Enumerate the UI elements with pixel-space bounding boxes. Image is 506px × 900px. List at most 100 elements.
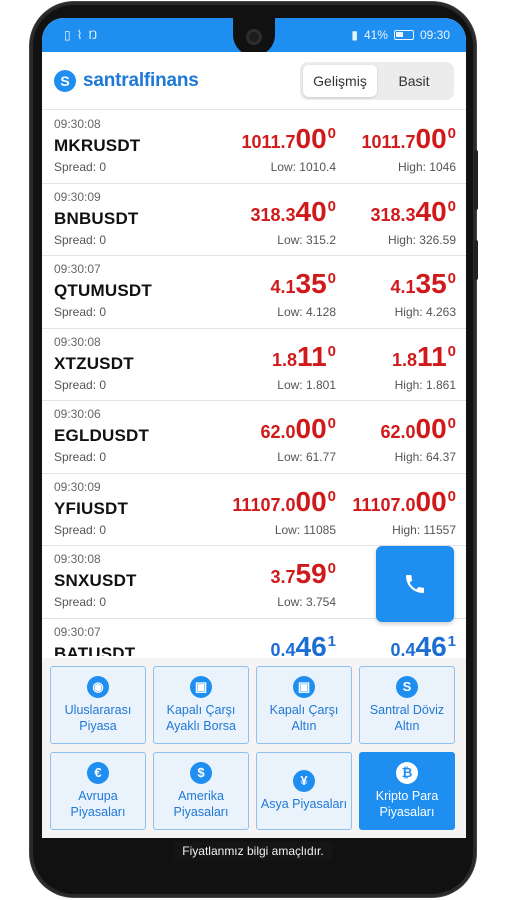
quote-row[interactable]: 09:30:09 BNBUSDT Spread: 0 318.3400 Low: 315… [42, 184, 466, 256]
ask-price-main: 1.8 [392, 349, 418, 370]
bid-price-column: 4.1350 Low: 4.128 [270, 270, 336, 320]
vibrate-icon: ▮ [351, 28, 358, 42]
santral-logo-icon: S [54, 69, 76, 92]
ask-price-main: 4.1 [390, 277, 416, 297]
market-tile[interactable]: € Avrupa Piyasaları [50, 752, 146, 830]
globe-icon: ◉ [87, 675, 109, 698]
market-tile[interactable]: ◉ Uluslararası Piyasa [50, 666, 146, 744]
ask-price: 4.1350 [390, 270, 456, 298]
market-tile[interactable]: S Santral Döviz Altın [359, 666, 455, 744]
market-tile[interactable]: ▣ Kapalı Çarşı Altın [256, 666, 352, 744]
bid-price-sup: 0 [327, 197, 336, 215]
ask-price: 1011.7000 [361, 125, 456, 153]
bid-price-main: 62.0 [260, 422, 296, 442]
mode-advanced-button[interactable]: Gelişmiş [303, 64, 377, 97]
market-menu: ◉ Uluslararası Piyasa ▣ Kapalı Çarşı Ayaklı… [42, 658, 466, 838]
quote-row[interactable]: 09:30:09 YFIUSDT Spread: 0 11107.0000 Low: 1… [42, 474, 466, 546]
bid-price-sup: 0 [327, 270, 336, 287]
wifi-off-icon: ⌇ [76, 28, 83, 42]
quote-high: High: 4.263 [394, 305, 456, 319]
call-button[interactable] [376, 546, 454, 622]
bid-price: 62.0000 [260, 415, 336, 443]
app-header: S santralfinans Gelişmiş Basit [42, 52, 466, 110]
ask-price-sup: 1 [447, 632, 456, 650]
ask-price-sup: 0 [447, 415, 456, 432]
bid-price: 3.7590 [270, 560, 336, 588]
bid-price-big: 40 [295, 195, 327, 227]
bid-price-big: 00 [295, 413, 327, 444]
euro-icon: € [87, 761, 109, 784]
ask-price-column: 1011.7000 High: 1046 [361, 125, 456, 175]
bid-price: 4.1350 [270, 270, 336, 298]
bid-price-big: 00 [295, 485, 327, 517]
ask-price-main: 1011.7 [361, 132, 416, 152]
bid-price-column: 62.0000 Low: 61.77 [260, 415, 336, 465]
bid-price-column: 11107.0000 Low: 11085 [232, 485, 336, 537]
quote-low: Low: 61.77 [277, 450, 336, 464]
quote-row[interactable]: 09:30:08 MKRUSDT Spread: 0 1011.7000 Low: 10… [42, 111, 466, 184]
bid-price: 1.8110 [272, 340, 336, 372]
status-right-icons: ▮ 41% 09:30 [351, 28, 450, 42]
bid-price-big: 35 [295, 268, 327, 299]
ask-price-sup: 0 [447, 487, 456, 505]
bid-price: 1011.7000 [241, 125, 336, 153]
ask-price-sup: 0 [447, 125, 456, 142]
bid-price-main: 318.3 [250, 204, 296, 225]
bid-price-column: 318.3400 Low: 315.2 [250, 195, 336, 247]
market-tile-label: Kapalı Çarşı Altın [269, 702, 339, 733]
mode-simple-button[interactable]: Basit [377, 65, 451, 97]
bid-price-main: 4.1 [270, 277, 296, 297]
quote-low: Low: 315.2 [277, 232, 336, 247]
ask-price-big: 46 [415, 630, 447, 656]
bid-price-main: 1.8 [272, 349, 298, 370]
ask-price-big: 40 [415, 195, 447, 227]
quote-low: Low: 1010.4 [270, 160, 336, 174]
ask-price: 0.4461 [390, 630, 456, 656]
bid-price-column: 3.7590 Low: 3.754 [270, 560, 336, 610]
ask-price-big: 00 [415, 413, 447, 444]
ask-price-main: 11107.0 [352, 494, 416, 515]
bid-price: 0.4461 [270, 630, 336, 657]
quote-row[interactable]: 09:30:07 BATUSDT 0.4461 0.4461 [42, 619, 466, 657]
bid-price-big: 46 [295, 630, 327, 656]
quote-row[interactable]: 09:30:06 EGLDUSDT Spread: 0 62.0000 Low: 61.… [42, 401, 466, 474]
phone-icon [406, 575, 424, 593]
ask-price-column: 62.0000 High: 64.37 [380, 413, 456, 465]
brand: S santralfinans [54, 69, 199, 92]
ask-price-main: 318.3 [370, 204, 416, 225]
bid-price-big: 11 [297, 340, 327, 372]
ask-price-big: 00 [415, 123, 447, 154]
quote-low: Low: 1.801 [277, 377, 336, 392]
market-tile-label: Uluslararası Piyasa [64, 702, 132, 733]
disclaimer-text: Fiyatlanmız bilgi amaçlıdır. [0, 838, 506, 860]
bid-price: 318.3400 [250, 195, 336, 227]
bid-price-sup: 0 [327, 342, 336, 360]
bid-price-main: 11107.0 [232, 494, 296, 515]
market-tile-label: Asya Piyasaları [260, 796, 348, 811]
ask-price-column: 0.4461 [390, 630, 456, 656]
market-tile[interactable]: ₿ Kripto Para Piyasaları [359, 752, 455, 830]
quote-high: High: 11557 [392, 522, 456, 537]
market-tile[interactable]: $ Amerika Piyasaları [153, 752, 249, 830]
bid-price-main: 0.4 [270, 639, 296, 657]
brand-name: santralfinans [83, 69, 199, 91]
market-tile[interactable]: ▣ Kapalı Çarşı Ayaklı Borsa [153, 666, 249, 744]
quote-row[interactable]: 09:30:08 XTZUSDT Spread: 0 1.8110 Low: 1.801… [42, 329, 466, 401]
sim-card-icon: ▯ [64, 28, 71, 42]
bitcoin-icon: ₿ [396, 761, 418, 784]
ask-price-sup: 0 [447, 342, 456, 360]
quote-high: High: 326.59 [387, 232, 456, 247]
battery-icon [393, 30, 414, 40]
bid-price-sup: 0 [327, 560, 336, 577]
ask-price: 318.3400 [370, 195, 456, 227]
ask-price-big: 35 [415, 268, 447, 299]
ask-price-column: 318.3400 High: 326.59 [370, 195, 456, 247]
status-left-icons: ▯ ⌇ Ŋ [64, 28, 97, 42]
quote-row[interactable]: 09:30:07 QTUMUSDT Spread: 0 4.1350 Low: 4.12… [42, 256, 466, 329]
bid-price-column: 1.8110 Low: 1.801 [272, 340, 336, 392]
market-tile-label: Santral Döviz Altın [369, 702, 445, 733]
disclaimer-label: Fiyatlanmız bilgi amaçlıdır. [174, 842, 332, 860]
market-tile[interactable]: ¥ Asya Piyasaları [256, 752, 352, 830]
nfc-icon: Ŋ [88, 28, 98, 42]
bid-price-big: 00 [295, 123, 327, 154]
